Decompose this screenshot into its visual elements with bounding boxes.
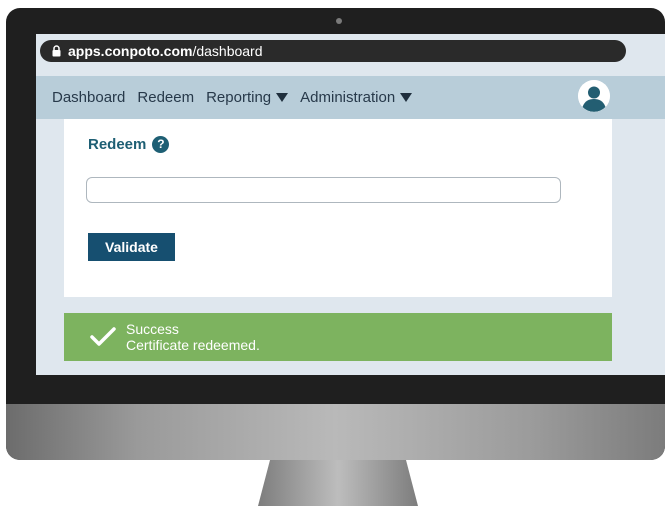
lock-icon bbox=[52, 45, 61, 57]
address-bar[interactable]: apps.conpoto.com/dashboard bbox=[40, 40, 626, 62]
url-text: apps.conpoto.com/dashboard bbox=[68, 40, 263, 62]
nav-item-label: Dashboard bbox=[52, 89, 126, 106]
nav-item-dashboard[interactable]: Dashboard bbox=[52, 89, 125, 106]
nav-item-redeem[interactable]: Redeem bbox=[137, 89, 194, 106]
redeem-code-input[interactable] bbox=[86, 177, 561, 203]
caret-down-icon bbox=[400, 93, 413, 102]
nav-item-administration[interactable]: Administration bbox=[300, 89, 413, 106]
monitor-chin bbox=[6, 404, 665, 460]
caret-down-icon bbox=[276, 93, 289, 102]
nav-item-reporting[interactable]: Reporting bbox=[206, 89, 289, 106]
validate-button[interactable]: Validate bbox=[88, 233, 175, 261]
monitor-stand bbox=[258, 460, 418, 506]
nav-items: Dashboard Redeem Reporting Administration bbox=[52, 76, 424, 119]
webcam-icon bbox=[336, 18, 342, 24]
url-domain: apps.conpoto.com bbox=[68, 43, 193, 59]
redeem-heading: Redeem ? bbox=[88, 136, 170, 153]
redeem-card: Redeem ? Validate bbox=[64, 119, 612, 297]
nav-item-label: Redeem bbox=[137, 89, 195, 106]
alert-message: Certificate redeemed. bbox=[126, 337, 260, 353]
alert-title: Success bbox=[126, 321, 179, 337]
nav-item-label: Reporting bbox=[206, 89, 272, 106]
screen: apps.conpoto.com/dashboard Dashboard Rede… bbox=[36, 34, 665, 375]
success-alert: Success Certificate redeemed. bbox=[64, 313, 612, 361]
checkmark-icon bbox=[90, 327, 116, 346]
redeem-title: Redeem bbox=[88, 136, 147, 153]
top-nav: Dashboard Redeem Reporting Administration bbox=[36, 76, 665, 119]
nav-item-label: Administration bbox=[300, 89, 396, 106]
url-path: /dashboard bbox=[192, 43, 263, 59]
user-avatar-icon[interactable] bbox=[578, 80, 610, 112]
user-silhouette bbox=[578, 80, 610, 112]
help-icon[interactable]: ? bbox=[152, 136, 170, 153]
